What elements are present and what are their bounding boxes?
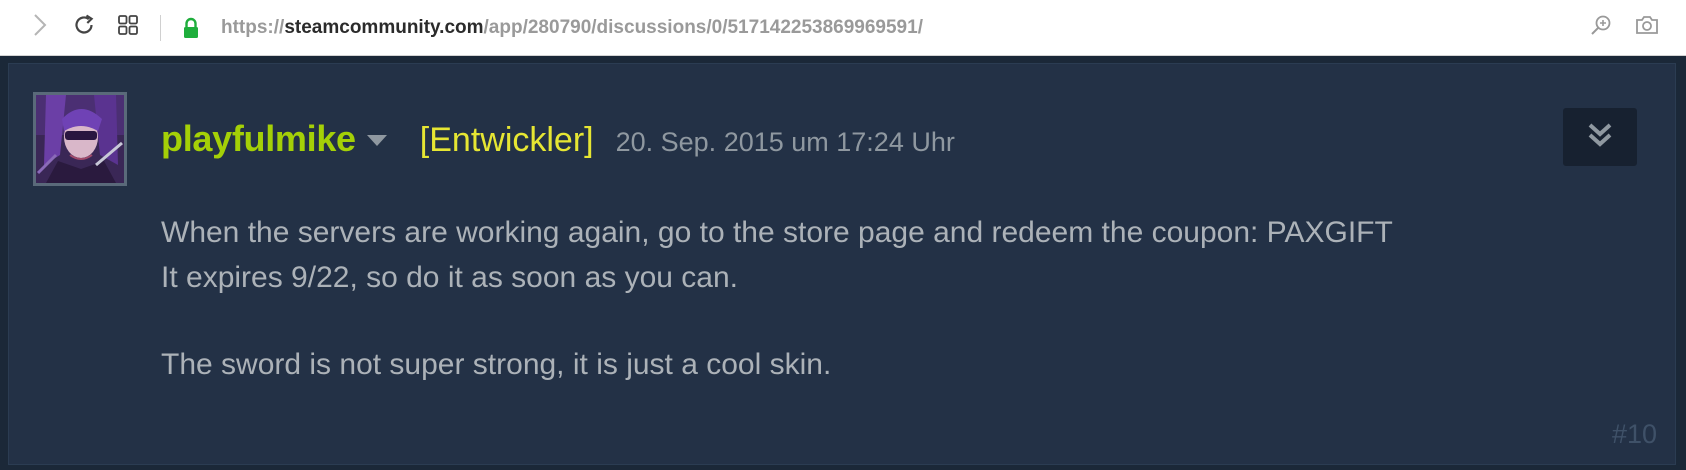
zoom-in-icon: [1589, 13, 1613, 42]
url-scheme: https://: [221, 16, 285, 38]
forward-button[interactable]: [18, 6, 62, 50]
caret-down-icon[interactable]: [364, 131, 390, 151]
grid-icon: [116, 13, 140, 42]
author-avatar[interactable]: [33, 92, 127, 186]
author-name[interactable]: playfulmike: [161, 118, 356, 160]
discussion-page: playfulmike [Entwickler] 20. Sep. 2015 u…: [0, 57, 1686, 470]
lock-icon[interactable]: [179, 14, 203, 42]
camera-icon: [1635, 14, 1659, 41]
url-path: /app/280790/discussions/0/51714225386996…: [483, 16, 923, 38]
toolbar-divider: [160, 14, 161, 41]
post-body-line: It expires 9/22, so do it as soon as you…: [161, 261, 739, 294]
developer-badge: [Entwickler]: [419, 121, 594, 159]
forum-post: playfulmike [Entwickler] 20. Sep. 2015 u…: [8, 63, 1676, 465]
post-body-line: When the servers are working again, go t…: [161, 216, 1393, 249]
post-body: When the servers are working again, go t…: [161, 210, 1393, 387]
collapse-post-button[interactable]: [1563, 108, 1637, 166]
chevron-right-icon: [32, 13, 48, 42]
avatar-image: [36, 95, 124, 183]
post-header: playfulmike [Entwickler] 20. Sep. 2015 u…: [161, 118, 955, 160]
post-body-line: The sword is not super strong, it is jus…: [161, 348, 832, 381]
post-timestamp: 20. Sep. 2015 um 17:24 Uhr: [615, 127, 955, 157]
double-chevron-down-icon: [1585, 120, 1615, 155]
scrollbar-track[interactable]: [1676, 57, 1686, 470]
zoom-button[interactable]: [1578, 6, 1624, 50]
reload-button[interactable]: [62, 6, 106, 50]
tabs-button[interactable]: [106, 6, 150, 50]
address-bar[interactable]: https://steamcommunity.com/app/280790/di…: [221, 17, 923, 39]
reload-icon: [72, 13, 96, 42]
browser-toolbar: https://steamcommunity.com/app/280790/di…: [0, 0, 1686, 56]
url-host: steamcommunity.com: [284, 16, 484, 38]
screenshot-button[interactable]: [1624, 6, 1670, 50]
post-number[interactable]: #10: [1612, 419, 1657, 450]
